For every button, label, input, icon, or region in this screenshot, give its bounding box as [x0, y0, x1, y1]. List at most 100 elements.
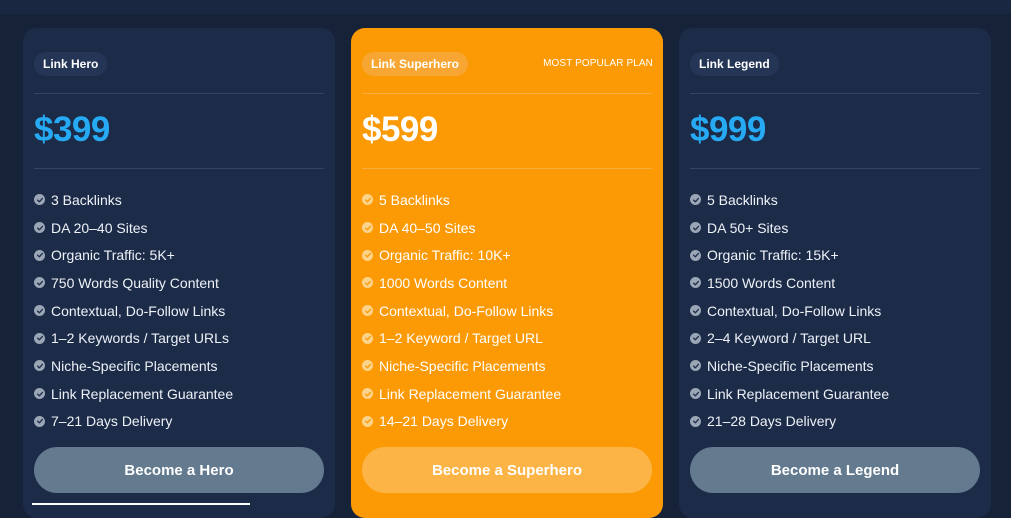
feature-item: 1–2 Keywords / Target URLs	[34, 324, 233, 352]
feature-text: Organic Traffic: 15K+	[707, 247, 839, 264]
feature-item: 1000 Words Content	[362, 269, 561, 297]
feature-item: 2–4 Keyword / Target URL	[690, 324, 889, 352]
feature-item: Contextual, Do-Follow Links	[34, 297, 233, 325]
check-circle-icon	[690, 332, 701, 344]
divider	[362, 168, 652, 169]
divider	[34, 93, 324, 94]
feature-text: Link Replacement Guarantee	[707, 385, 890, 402]
check-circle-icon	[690, 388, 701, 400]
check-circle-icon	[34, 194, 45, 206]
feature-list: 5 Backlinks DA 50+ Sites Organic Traffic: …	[690, 186, 889, 435]
most-popular-badge: MOST POPULAR PLAN	[543, 58, 653, 69]
check-circle-icon	[362, 249, 373, 261]
feature-list: 5 Backlinks DA 40–50 Sites Organic Traffic…	[362, 186, 561, 435]
feature-item: 1–2 Keyword / Target URL	[362, 324, 561, 352]
feature-text: Link Replacement Guarantee	[51, 385, 234, 402]
check-circle-icon	[34, 332, 45, 344]
feature-item: 3 Backlinks	[34, 186, 233, 214]
become-a-superhero-button[interactable]: Become a Superhero	[362, 447, 652, 493]
feature-item: Link Replacement Guarantee	[690, 380, 889, 408]
feature-text: Organic Traffic: 10K+	[379, 247, 511, 264]
divider	[690, 93, 980, 94]
feature-text: 7–21 Days Delivery	[51, 413, 173, 430]
check-circle-icon	[362, 332, 373, 344]
feature-text: 5 Backlinks	[707, 191, 778, 208]
plan-name-pill: Link Hero	[34, 52, 108, 76]
divider	[690, 168, 980, 169]
check-circle-icon	[362, 388, 373, 400]
feature-text: DA 40–50 Sites	[379, 219, 476, 236]
feature-item: 5 Backlinks	[690, 186, 889, 214]
check-circle-icon	[34, 277, 45, 289]
feature-text: 750 Words Quality Content	[51, 274, 219, 291]
feature-item: 750 Words Quality Content	[34, 269, 233, 297]
feature-item: DA 50+ Sites	[690, 214, 889, 242]
feature-item: Niche-Specific Placements	[690, 352, 889, 380]
feature-item: Organic Traffic: 10K+	[362, 241, 561, 269]
feature-item: 5 Backlinks	[362, 186, 561, 214]
divider	[34, 168, 324, 169]
feature-text: 1000 Words Content	[379, 274, 508, 291]
feature-item: DA 40–50 Sites	[362, 214, 561, 242]
check-circle-icon	[34, 415, 45, 427]
feature-item: DA 20–40 Sites	[34, 214, 233, 242]
check-circle-icon	[362, 305, 373, 317]
check-circle-icon	[34, 305, 45, 317]
check-circle-icon	[34, 360, 45, 372]
feature-text: 21–28 Days Delivery	[707, 413, 837, 430]
feature-item: Niche-Specific Placements	[362, 352, 561, 380]
check-circle-icon	[362, 415, 373, 427]
feature-item: Contextual, Do-Follow Links	[362, 297, 561, 325]
check-circle-icon	[362, 194, 373, 206]
feature-text: Link Replacement Guarantee	[379, 385, 562, 402]
check-circle-icon	[34, 222, 45, 234]
become-a-hero-button[interactable]: Become a Hero	[34, 447, 324, 493]
feature-item: 7–21 Days Delivery	[34, 408, 233, 436]
feature-item: Niche-Specific Placements	[34, 352, 233, 380]
feature-text: 1500 Words Content	[707, 274, 836, 291]
plan-name-pill: Link Superhero	[362, 52, 469, 76]
check-circle-icon	[690, 305, 701, 317]
check-circle-icon	[34, 249, 45, 261]
feature-text: Contextual, Do-Follow Links	[51, 302, 226, 319]
check-circle-icon	[690, 415, 701, 427]
feature-item: Organic Traffic: 15K+	[690, 241, 889, 269]
plan-card-link-hero: Link Hero $399 3 Backlinks DA 20–40 Sites…	[23, 28, 335, 518]
check-circle-icon	[690, 194, 701, 206]
feature-text: Contextual, Do-Follow Links	[707, 302, 882, 319]
feature-text: 14–21 Days Delivery	[379, 413, 509, 430]
feature-item: 1500 Words Content	[690, 269, 889, 297]
check-circle-icon	[34, 388, 45, 400]
feature-text: Organic Traffic: 5K+	[51, 247, 175, 264]
plan-card-link-superhero: Link Superhero MOST POPULAR PLAN $599 5 …	[351, 28, 663, 518]
feature-item: Link Replacement Guarantee	[362, 380, 561, 408]
feature-item: 21–28 Days Delivery	[690, 408, 889, 436]
feature-text: Niche-Specific Placements	[707, 357, 874, 374]
plan-card-link-legend: Link Legend $999 5 Backlinks DA 50+ Sites…	[679, 28, 991, 518]
check-circle-icon	[690, 222, 701, 234]
plan-name-pill: Link Legend	[690, 52, 779, 76]
feature-text: 2–4 Keyword / Target URL	[707, 330, 871, 347]
feature-text: Niche-Specific Placements	[51, 357, 218, 374]
check-circle-icon	[690, 249, 701, 261]
check-circle-icon	[362, 222, 373, 234]
feature-item: Organic Traffic: 5K+	[34, 241, 233, 269]
feature-text: 1–2 Keywords / Target URLs	[51, 330, 229, 347]
feature-item: Contextual, Do-Follow Links	[690, 297, 889, 325]
feature-text: Niche-Specific Placements	[379, 357, 546, 374]
check-circle-icon	[362, 277, 373, 289]
top-band	[0, 0, 1011, 14]
plan-price: $999	[690, 110, 766, 149]
feature-item: Link Replacement Guarantee	[34, 380, 233, 408]
feature-text: DA 20–40 Sites	[51, 219, 148, 236]
plan-price: $599	[362, 110, 438, 149]
feature-item: 14–21 Days Delivery	[362, 408, 561, 436]
check-circle-icon	[690, 360, 701, 372]
feature-text: Contextual, Do-Follow Links	[379, 302, 554, 319]
feature-text: 1–2 Keyword / Target URL	[379, 330, 543, 347]
feature-text: 3 Backlinks	[51, 191, 122, 208]
check-circle-icon	[690, 277, 701, 289]
become-a-legend-button[interactable]: Become a Legend	[690, 447, 980, 493]
feature-text: DA 50+ Sites	[707, 219, 789, 236]
check-circle-icon	[362, 360, 373, 372]
